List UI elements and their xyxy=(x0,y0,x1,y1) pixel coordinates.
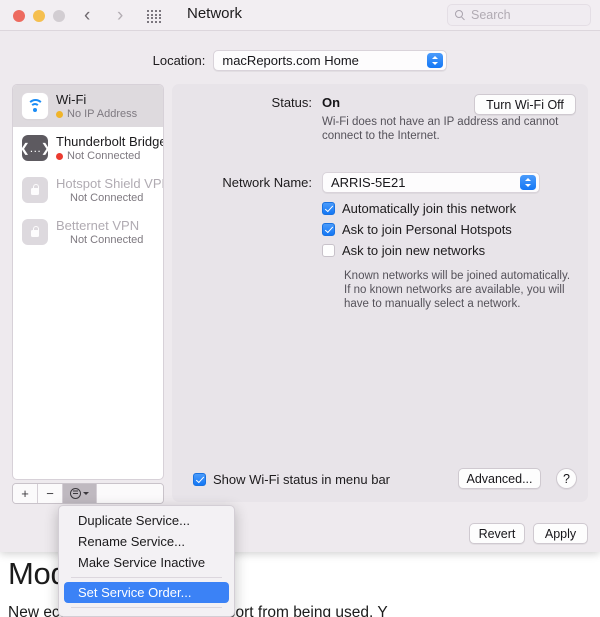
add-service-button[interactable]: + xyxy=(13,484,38,503)
screenshot-root: Mod ns New ections. You can disable a po… xyxy=(0,0,600,617)
checkbox-ask-to-join-personal-hotspots[interactable]: Ask to join Personal Hotspots xyxy=(322,222,512,237)
checkbox-indicator xyxy=(322,223,335,236)
search-placeholder: Search xyxy=(471,8,511,22)
sidebar-item-label: Betternet VPN xyxy=(56,218,140,233)
join-networks-hint: Known networks will be joined automatica… xyxy=(344,270,571,310)
checkbox-indicator xyxy=(322,202,335,215)
thunderbolt-bridge-icon: ❮…❯ xyxy=(20,135,51,161)
network-name-label: Network Name: xyxy=(222,175,312,190)
sidebar-item-betternet-vpn[interactable]: Betternet VPN Not Connected xyxy=(13,211,163,253)
search-icon xyxy=(455,9,466,21)
chevron-down-icon xyxy=(83,492,89,495)
menu-separator xyxy=(71,607,222,608)
apply-button[interactable]: Apply xyxy=(533,523,588,544)
checkbox-indicator xyxy=(193,473,206,486)
sidebar-item-status: Not Connected xyxy=(56,234,143,246)
sidebar-item-text: Thunderbolt Bridge Not Connected xyxy=(56,134,163,162)
service-actions-context-menu[interactable]: Duplicate Service... Rename Service... Mak… xyxy=(58,505,235,617)
location-label: Location: xyxy=(152,53,206,68)
menu-separator xyxy=(71,577,222,578)
checkbox-label: Ask to join new networks xyxy=(342,243,486,258)
service-actions-button[interactable] xyxy=(63,484,97,503)
grid-apps-icon[interactable] xyxy=(147,10,163,23)
close-button[interactable] xyxy=(13,10,25,22)
service-list-toolbar: + − xyxy=(12,483,164,504)
back-button[interactable]: ‹ xyxy=(84,5,90,26)
sidebar-item-status: Not Connected xyxy=(56,192,163,204)
zoom-button xyxy=(53,10,65,22)
lock-icon xyxy=(22,219,48,245)
sidebar-item-text: Betternet VPN Not Connected xyxy=(56,218,143,246)
revert-button[interactable]: Revert xyxy=(469,523,525,544)
location-popup-button[interactable]: macReports.com Home xyxy=(213,50,448,71)
status-text: Not Connected xyxy=(70,192,144,204)
advanced-button[interactable]: Advanced... xyxy=(458,468,541,489)
window-toolbar: ‹ › Network Search xyxy=(0,0,600,31)
minimize-button[interactable] xyxy=(33,10,45,22)
sidebar-item-label: Thunderbolt Bridge xyxy=(56,134,164,149)
menu-item-set-service-order[interactable]: Set Service Order... xyxy=(64,582,229,603)
checkbox-label: Automatically join this network xyxy=(342,201,517,216)
status-text: Not Connected xyxy=(70,234,144,246)
show-wifi-status-checkbox[interactable]: Show Wi-Fi status in menu bar xyxy=(193,472,390,487)
status-label: Status: xyxy=(271,95,312,110)
status-indicator-dot xyxy=(56,110,63,118)
checkbox-ask-to-join-new-networks[interactable]: Ask to join new networks xyxy=(322,243,485,258)
forward-button[interactable]: › xyxy=(117,5,123,26)
location-value: macReports.com Home xyxy=(222,53,359,68)
status-value: On xyxy=(322,95,341,110)
window-controls xyxy=(13,10,65,22)
sidebar-item-label: Hotspot Shield VPN xyxy=(56,176,164,191)
network-service-list[interactable]: Wi-Fi No IP Address ❮…❯ Thunderbolt Bridge N… xyxy=(12,84,164,480)
checkbox-automatically-join-this-network[interactable]: Automatically join this network xyxy=(322,201,516,216)
network-name-value: ARRIS-5E21 xyxy=(331,175,406,190)
sidebar-item-status: No IP Address xyxy=(56,108,137,120)
page-title: Network xyxy=(187,5,243,22)
wifi-detail-panel: Status: On Turn Wi-Fi Off Wi-Fi does not… xyxy=(172,84,588,502)
sidebar-item-hotspot-shield-vpn[interactable]: Hotspot Shield VPN Not Connected xyxy=(13,169,163,211)
sidebar-item-text: Wi-Fi No IP Address xyxy=(56,92,137,120)
checkbox-label: Ask to join Personal Hotspots xyxy=(342,222,512,237)
status-text: No IP Address xyxy=(67,108,138,120)
gear-icon xyxy=(70,488,81,499)
status-text: Not Connected xyxy=(67,150,141,162)
service-toolbar-filler xyxy=(97,484,163,503)
network-name-popup-button[interactable]: ARRIS-5E21 xyxy=(322,172,540,193)
status-description: Wi-Fi does not have an IP address and ca… xyxy=(322,116,559,142)
turn-wifi-off-button[interactable]: Turn Wi-Fi Off xyxy=(474,94,576,115)
sidebar-item-status: Not Connected xyxy=(56,150,163,162)
location-row: Location: macReports.com Home xyxy=(0,50,600,71)
lock-icon xyxy=(22,177,48,203)
menu-item-make-service-inactive[interactable]: Make Service Inactive xyxy=(64,552,229,573)
sidebar-item-thunderbolt-bridge[interactable]: ❮…❯ Thunderbolt Bridge Not Connected xyxy=(13,127,163,169)
menu-item-duplicate-service[interactable]: Duplicate Service... xyxy=(64,510,229,531)
menu-item-rename-service[interactable]: Rename Service... xyxy=(64,531,229,552)
sidebar-item-label: Wi-Fi xyxy=(56,92,87,107)
network-preferences-window: ‹ › Network Search Location: macReports.… xyxy=(0,0,600,552)
sidebar-item-wi-fi[interactable]: Wi-Fi No IP Address xyxy=(13,85,163,127)
wifi-icon xyxy=(22,93,48,119)
status-indicator-dot xyxy=(56,152,63,160)
stepper-arrows-icon xyxy=(427,53,444,68)
stepper-arrows-icon xyxy=(520,175,536,190)
search-input[interactable]: Search xyxy=(447,4,591,26)
help-button[interactable]: ? xyxy=(556,468,577,489)
sidebar-item-text: Hotspot Shield VPN Not Connected xyxy=(56,176,163,204)
show-wifi-status-label: Show Wi-Fi status in menu bar xyxy=(213,472,391,487)
checkbox-indicator xyxy=(322,244,335,257)
remove-service-button[interactable]: − xyxy=(38,484,63,503)
